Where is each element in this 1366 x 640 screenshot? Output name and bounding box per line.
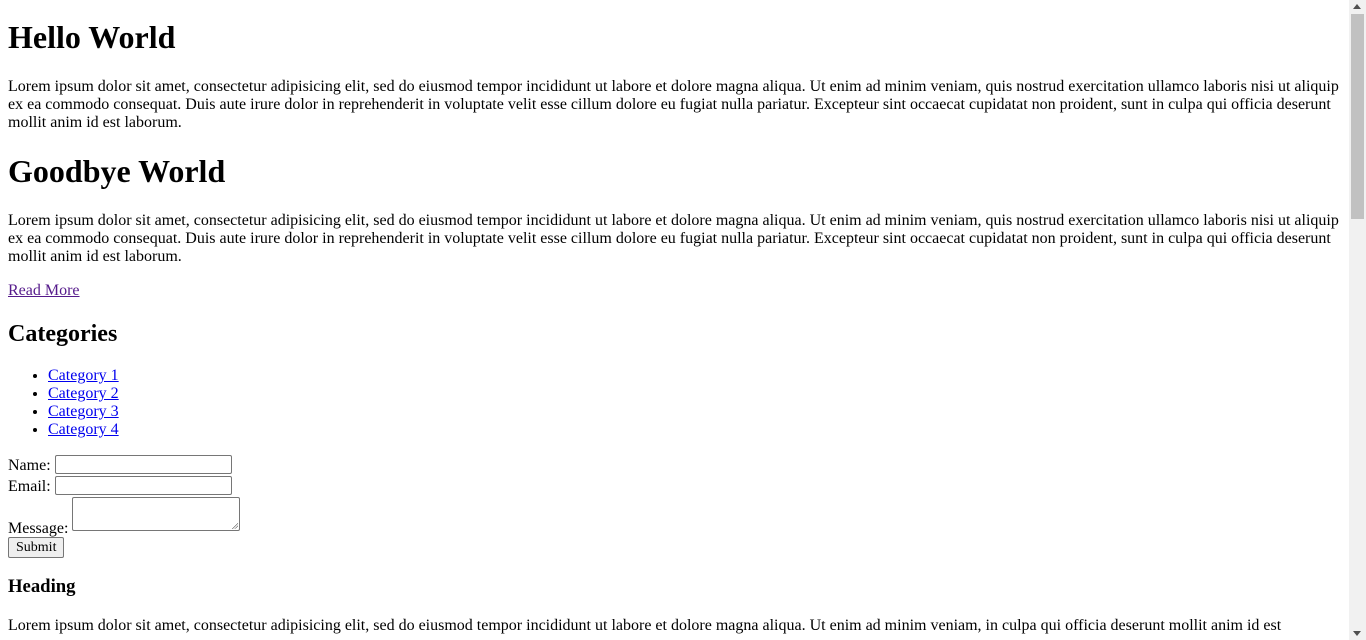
resize-handle-icon[interactable] — [231, 522, 238, 529]
heading-hello-world: Hello World — [8, 19, 176, 55]
category-1-link[interactable]: Category 1 — [48, 367, 119, 384]
paragraph-1: Lorem ipsum dolor sit amet, consectetur … — [8, 78, 1339, 131]
email-field[interactable] — [55, 476, 232, 495]
message-textarea[interactable] — [72, 497, 240, 531]
category-4-link[interactable]: Category 4 — [48, 421, 119, 438]
paragraph-2: Lorem ipsum dolor sit amet, consectetur … — [8, 212, 1339, 265]
name-label: Name: — [8, 457, 51, 474]
message-label: Message: — [8, 520, 69, 537]
heading-section: Heading — [8, 576, 76, 597]
contact-form: Name: Email: Message: Submit — [8, 455, 408, 558]
scrollbar-thumb[interactable] — [1351, 14, 1364, 219]
heading-goodbye-world: Goodbye World — [8, 153, 226, 189]
categories-list: Category 1 Category 2 Category 3 Categor… — [8, 367, 119, 439]
list-item: Category 1 — [48, 367, 119, 385]
list-item: Category 4 — [48, 421, 119, 439]
submit-button[interactable]: Submit — [8, 537, 65, 558]
message-row: Message: — [8, 497, 408, 537]
list-item: Category 2 — [48, 385, 119, 403]
email-row: Email: — [8, 476, 408, 497]
category-3-link[interactable]: Category 3 — [48, 403, 119, 420]
read-more-link[interactable]: Read More — [8, 282, 80, 300]
name-field[interactable] — [55, 455, 232, 474]
list-item: Category 3 — [48, 403, 119, 421]
email-label: Email: — [8, 478, 51, 495]
scroll-down-arrow-icon[interactable] — [1353, 631, 1361, 636]
categories-heading: Categories — [8, 321, 118, 347]
paragraph-3: Lorem ipsum dolor sit amet, consectetur … — [8, 617, 1282, 634]
name-row: Name: — [8, 455, 408, 476]
scroll-up-arrow-icon[interactable] — [1353, 4, 1361, 9]
vertical-scrollbar[interactable] — [1349, 0, 1366, 640]
category-2-link[interactable]: Category 2 — [48, 385, 119, 402]
